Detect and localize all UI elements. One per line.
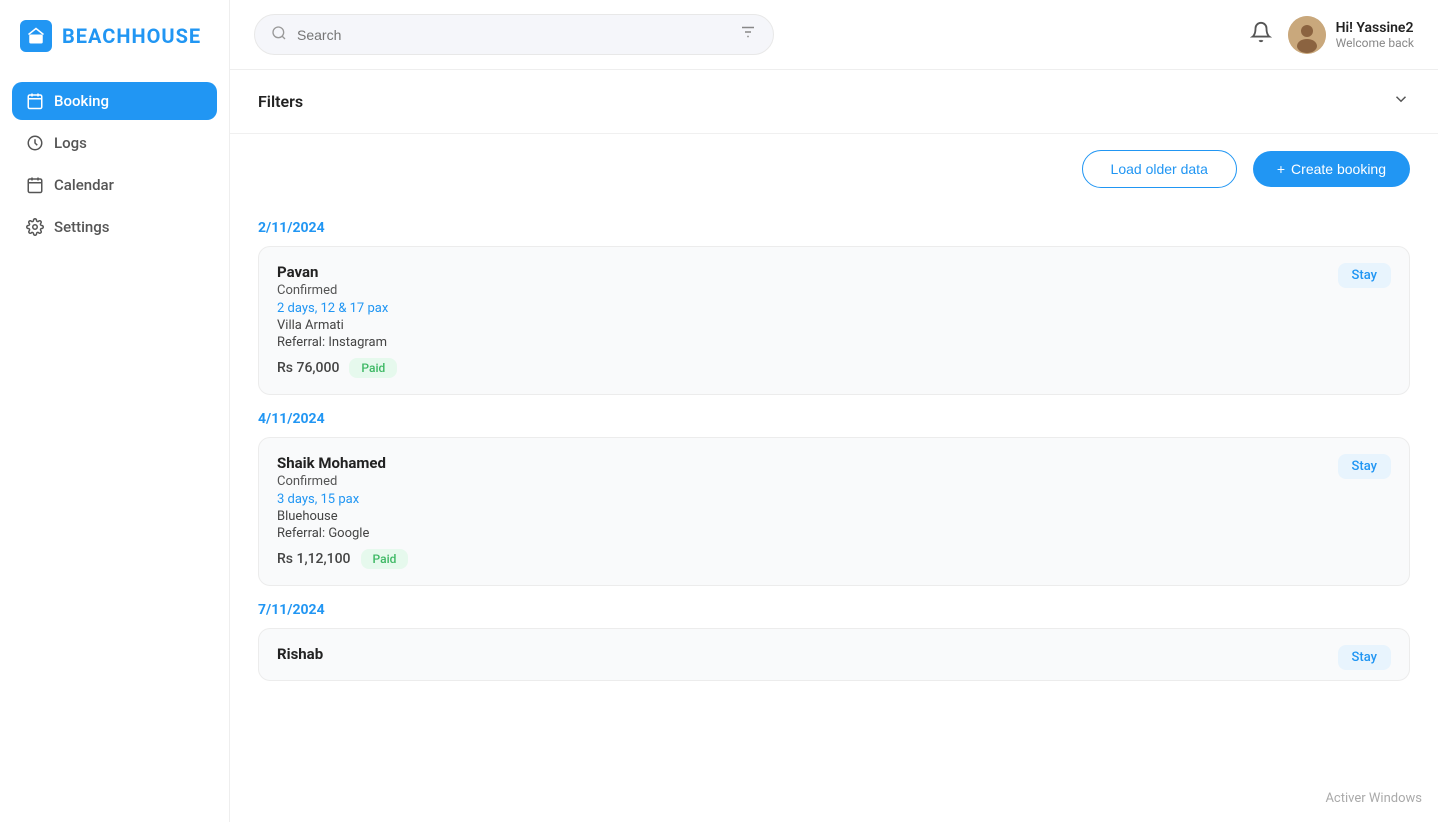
load-older-data-button[interactable]: Load older data (1082, 150, 1237, 188)
main-content: Hi! Yassine2 Welcome back Filters Load o… (230, 0, 1438, 822)
search-icon (271, 25, 287, 45)
logs-icon (26, 134, 44, 152)
topbar: Hi! Yassine2 Welcome back (230, 0, 1438, 70)
sidebar: BEACHHOUSE Booking Logs Calendar Setting… (0, 0, 230, 822)
booking-name-2: Rishab (277, 645, 323, 663)
sidebar-item-logs-label: Logs (54, 134, 87, 152)
sidebar-nav: Booking Logs Calendar Settings (0, 72, 229, 256)
booking-type-badge-1: Stay (1338, 454, 1391, 479)
create-booking-button[interactable]: + Create booking (1253, 151, 1410, 187)
sidebar-item-calendar[interactable]: Calendar (12, 166, 217, 204)
date-group-2: 7/11/2024 Rishab Stay (258, 602, 1410, 681)
sidebar-item-settings-label: Settings (54, 218, 110, 236)
booking-list: 2/11/2024 Pavan Confirmed 2 days, 12 & 1… (230, 220, 1438, 709)
table-row[interactable]: Rishab Stay (258, 628, 1410, 681)
booking-info-0: Pavan Confirmed 2 days, 12 & 17 pax Vill… (277, 263, 397, 378)
user-welcome: Welcome back (1336, 36, 1414, 50)
booking-duration-1: 3 days, 15 pax (277, 492, 408, 507)
settings-icon (26, 218, 44, 236)
logo-icon (20, 20, 52, 52)
booking-icon (26, 92, 44, 110)
create-booking-label: Create booking (1291, 161, 1386, 177)
booking-info-2: Rishab (277, 645, 323, 665)
filters-chevron-icon[interactable] (1392, 90, 1410, 113)
date-group-0: 2/11/2024 Pavan Confirmed 2 days, 12 & 1… (258, 220, 1410, 395)
booking-status-1: Confirmed (277, 474, 408, 489)
booking-venue-0: Villa Armati (277, 318, 397, 333)
plus-icon: + (1277, 161, 1285, 177)
calendar-icon (26, 176, 44, 194)
booking-type-badge-2: Stay (1338, 645, 1391, 670)
logo: BEACHHOUSE (0, 0, 229, 72)
booking-footer-0: Rs 76,000 Paid (277, 358, 397, 378)
notification-bell-icon[interactable] (1250, 21, 1272, 49)
booking-referral-0: Referral: Instagram (277, 335, 397, 350)
search-box[interactable] (254, 14, 774, 55)
booking-referral-1: Referral: Google (277, 526, 408, 541)
table-row[interactable]: Shaik Mohamed Confirmed 3 days, 15 pax B… (258, 437, 1410, 586)
user-info[interactable]: Hi! Yassine2 Welcome back (1288, 16, 1414, 54)
topbar-right: Hi! Yassine2 Welcome back (1250, 16, 1414, 54)
booking-duration-0: 2 days, 12 & 17 pax (277, 301, 397, 316)
filters-title: Filters (258, 92, 303, 111)
booking-name-0: Pavan (277, 263, 397, 281)
filter-icon[interactable] (739, 23, 757, 46)
search-input[interactable] (297, 27, 729, 43)
booking-amount-0: Rs 76,000 (277, 360, 339, 376)
booking-name-1: Shaik Mohamed (277, 454, 408, 472)
filters-bar: Filters (230, 70, 1438, 134)
booking-type-badge-0: Stay (1338, 263, 1391, 288)
avatar (1288, 16, 1326, 54)
logo-text: BEACHHOUSE (62, 24, 201, 48)
booking-info-1: Shaik Mohamed Confirmed 3 days, 15 pax B… (277, 454, 408, 569)
booking-status-0: Confirmed (277, 283, 397, 298)
date-group-1: 4/11/2024 Shaik Mohamed Confirmed 3 days… (258, 411, 1410, 586)
content-area: Filters Load older data + Create booking… (230, 70, 1438, 822)
sidebar-item-settings[interactable]: Settings (12, 208, 217, 246)
sidebar-item-booking-label: Booking (54, 92, 109, 110)
sidebar-item-calendar-label: Calendar (54, 176, 114, 194)
sidebar-item-booking[interactable]: Booking (12, 82, 217, 120)
payment-status-badge-1: Paid (361, 549, 409, 569)
booking-amount-1: Rs 1,12,100 (277, 551, 351, 567)
date-label-0: 2/11/2024 (258, 220, 1410, 236)
date-label-1: 4/11/2024 (258, 411, 1410, 427)
table-row[interactable]: Pavan Confirmed 2 days, 12 & 17 pax Vill… (258, 246, 1410, 395)
action-buttons: Load older data + Create booking (230, 134, 1438, 204)
user-name: Hi! Yassine2 (1336, 20, 1414, 36)
booking-footer-1: Rs 1,12,100 Paid (277, 549, 408, 569)
booking-venue-1: Bluehouse (277, 509, 408, 524)
date-label-2: 7/11/2024 (258, 602, 1410, 618)
user-text: Hi! Yassine2 Welcome back (1336, 20, 1414, 50)
payment-status-badge-0: Paid (349, 358, 397, 378)
sidebar-item-logs[interactable]: Logs (12, 124, 217, 162)
